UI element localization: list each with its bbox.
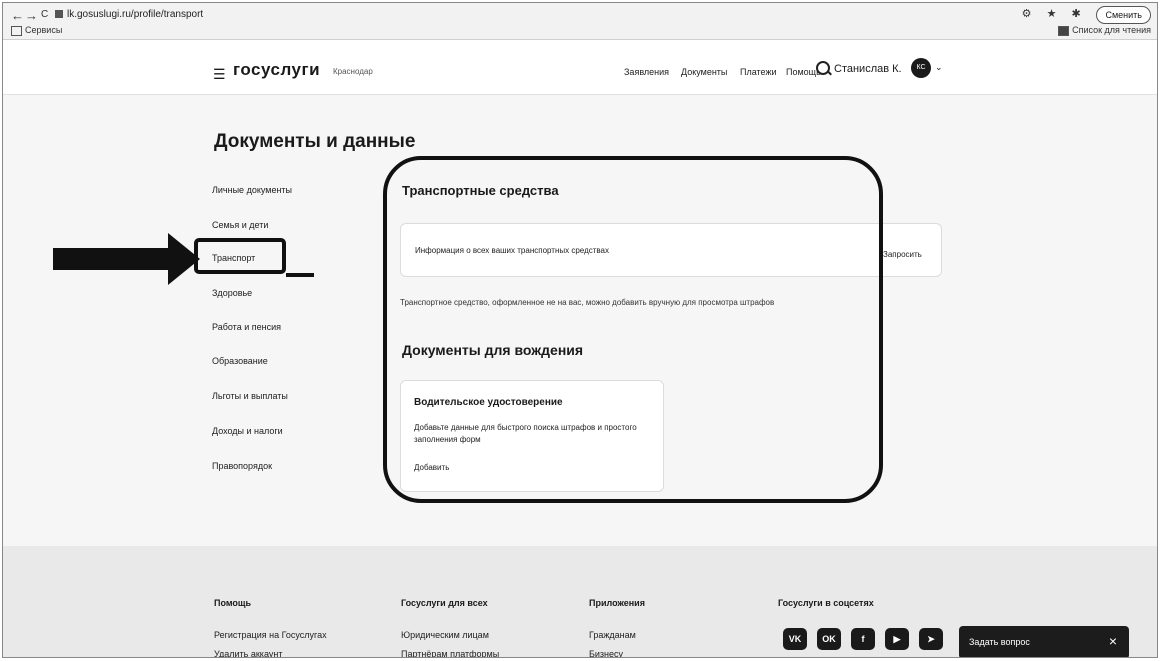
sidebar-item-personal-docs[interactable]: Личные документы xyxy=(212,185,292,195)
screenshot-frame: ← → C lk.gosuslugi.ru/profile/transport … xyxy=(2,2,1158,658)
sidebar-item-family[interactable]: Семья и дети xyxy=(212,220,268,230)
url-text: lk.gosuslugi.ru/profile/transport xyxy=(67,9,204,20)
avatar[interactable]: КС xyxy=(911,58,931,78)
footer: Помощь Регистрация на Госуслугах Удалить… xyxy=(3,546,1157,657)
site-header: ☰ госуслуги Краснодар Заявления Документ… xyxy=(3,40,1157,95)
sidebar-item-taxes[interactable]: Доходы и налоги xyxy=(212,426,283,436)
footer-registration-link[interactable]: Регистрация на Госуслугах xyxy=(214,630,327,640)
ask-question-button[interactable]: Задать вопрос × xyxy=(959,626,1129,657)
highlight-underline xyxy=(286,273,314,277)
browser-toolbar: ← → C lk.gosuslugi.ru/profile/transport … xyxy=(3,3,1157,40)
reload-button[interactable]: C xyxy=(41,9,48,20)
footer-legal-link[interactable]: Юридическим лицам xyxy=(401,630,489,640)
sidebar-item-education[interactable]: Образование xyxy=(212,356,268,366)
footer-business-link[interactable]: Бизнесу xyxy=(589,649,623,657)
vk-icon[interactable]: VK xyxy=(783,628,807,650)
close-icon[interactable]: × xyxy=(1109,633,1117,649)
ok-icon[interactable]: OK xyxy=(817,628,841,650)
sidebar-item-law[interactable]: Правопорядок xyxy=(212,461,272,471)
sidebar-item-work[interactable]: Работа и пенсия xyxy=(212,322,281,332)
footer-citizens-link[interactable]: Гражданам xyxy=(589,630,636,640)
menu-icon[interactable]: ☰ xyxy=(213,66,226,83)
highlight-frame xyxy=(383,156,883,503)
footer-forall-title: Госуслуги для всех xyxy=(401,598,488,608)
reading-list-icon xyxy=(1058,25,1070,36)
nav-applications[interactable]: Заявления xyxy=(624,67,669,77)
telegram-icon[interactable]: ➤ xyxy=(919,628,943,650)
back-button[interactable]: ← xyxy=(11,8,24,23)
address-bar[interactable]: lk.gosuslugi.ru/profile/transport xyxy=(55,7,955,23)
site-logo[interactable]: госуслуги xyxy=(233,60,320,80)
apps-icon xyxy=(11,25,22,36)
reading-list-label: Список для чтения xyxy=(1072,25,1151,35)
pointer-arrow-icon xyxy=(168,233,200,285)
ask-question-label: Задать вопрос xyxy=(969,637,1030,647)
user-name[interactable]: Станислав К. xyxy=(834,63,902,75)
pointer-arrow-shaft xyxy=(53,248,173,270)
facebook-icon[interactable]: f xyxy=(851,628,875,650)
forward-button[interactable]: → xyxy=(25,8,38,23)
bookmarks-bar[interactable]: Сервисы xyxy=(11,25,62,36)
footer-delete-account-link[interactable]: Удалить аккаунт xyxy=(214,649,282,657)
footer-help-title: Помощь xyxy=(214,598,252,608)
sidebar-highlight-box xyxy=(194,238,286,274)
page-title: Документы и данные xyxy=(214,131,416,152)
bookmarks-label: Сервисы xyxy=(25,25,63,35)
main-content: Документы и данные Личные документы Семь… xyxy=(3,95,1157,545)
region-selector[interactable]: Краснодар xyxy=(333,67,373,76)
sidebar-item-health[interactable]: Здоровье xyxy=(212,288,252,298)
search-icon[interactable] xyxy=(816,61,830,75)
request-vehicles-link[interactable]: Запросить xyxy=(883,250,922,259)
footer-social-title: Госуслуги в соцсетях xyxy=(778,598,874,608)
youtube-icon[interactable]: ▶ xyxy=(885,628,909,650)
footer-apps-title: Приложения xyxy=(589,598,645,608)
reading-list-button[interactable]: Список для чтения xyxy=(1058,25,1151,36)
footer-partners-link[interactable]: Партнёрам платформы xyxy=(401,649,499,657)
profile-button[interactable]: Сменить xyxy=(1096,6,1151,24)
chevron-down-icon[interactable]: ⌄ xyxy=(935,62,943,73)
nav-documents[interactable]: Документы xyxy=(681,67,727,77)
lock-icon xyxy=(55,10,63,19)
sidebar-item-benefits[interactable]: Льготы и выплаты xyxy=(212,391,288,401)
nav-payments[interactable]: Платежи xyxy=(740,67,777,77)
